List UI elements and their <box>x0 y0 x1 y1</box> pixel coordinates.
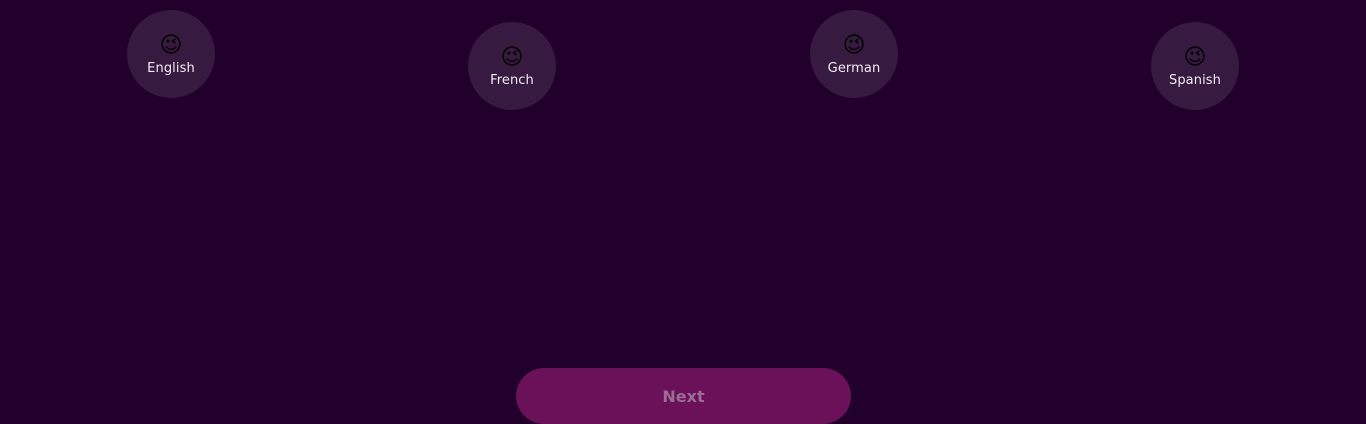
language-label: Spanish <box>1168 72 1222 88</box>
language-selection-screen: 😉 English 😉 French 😉 German 😉 Spanish Ne… <box>0 0 1366 424</box>
language-option-french[interactable]: 😉 French <box>468 22 556 110</box>
language-option-english[interactable]: 😉 English <box>127 10 215 98</box>
language-label: German <box>827 60 881 76</box>
winking-face-icon: 😉 <box>500 44 524 70</box>
language-option-spanish[interactable]: 😉 Spanish <box>1151 22 1239 110</box>
next-button[interactable]: Next <box>516 368 851 424</box>
language-option-german[interactable]: 😉 German <box>810 10 898 98</box>
winking-face-icon: 😉 <box>159 32 183 58</box>
language-label: English <box>147 60 195 76</box>
winking-face-icon: 😉 <box>1183 44 1207 70</box>
language-label: French <box>490 72 534 88</box>
winking-face-icon: 😉 <box>842 32 866 58</box>
